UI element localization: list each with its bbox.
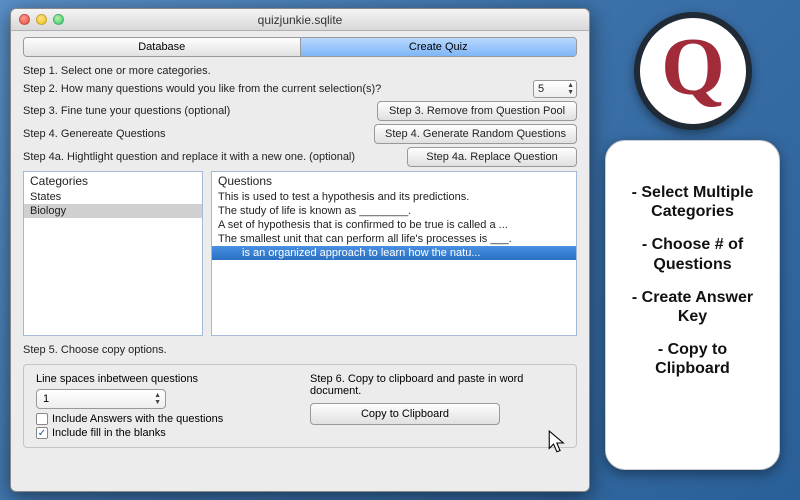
list-item[interactable]: The study of life is known as ________. [212,204,576,218]
close-icon[interactable] [19,14,30,25]
include-answers-checkbox[interactable] [36,413,48,425]
categories-header: Categories [24,172,202,190]
zoom-icon[interactable] [53,14,64,25]
stepper-arrows-icon: ▲▼ [567,82,574,96]
list-item[interactable]: A set of hypothesis that is confirmed to… [212,218,576,232]
questions-listbox[interactable]: Questions This is used to test a hypothe… [211,171,577,336]
window-title: quizjunkie.sqlite [11,13,589,27]
tab-bar: Database Create Quiz [23,37,577,57]
copy-options-panel: Line spaces inbetween questions 1 ▲▼ Inc… [23,364,577,448]
question-count-stepper[interactable]: 5 ▲▼ [533,80,577,98]
titlebar: quizjunkie.sqlite [11,9,589,31]
categories-listbox[interactable]: Categories States Biology [23,171,203,336]
traffic-lights [11,14,64,25]
tab-create-quiz[interactable]: Create Quiz [301,38,577,56]
line-spaces-dropdown[interactable]: 1 ▲▼ [36,389,166,409]
promo-item: - Copy to Clipboard [620,340,765,378]
step5-label: Step 5. Choose copy options. [23,344,577,356]
step6-label: Step 6. Copy to clipboard and paste in w… [310,373,564,397]
line-spaces-value: 1 [43,393,49,405]
step4-label: Step 4. Genereate Questions [23,128,368,140]
include-answers-label: Include Answers with the questions [52,413,223,425]
replace-question-button[interactable]: Step 4a. Replace Question [407,147,577,167]
include-blanks-label: Include fill in the blanks [52,427,166,439]
question-count-value: 5 [538,83,544,95]
line-spaces-label: Line spaces inbetween questions [36,373,290,385]
dropdown-arrows-icon: ▲▼ [154,392,161,406]
questions-header: Questions [212,172,576,190]
copy-to-clipboard-button[interactable]: Copy to Clipboard [310,403,500,425]
step1-label: Step 1. Select one or more categories. [23,65,577,77]
include-blanks-checkbox[interactable]: ✓ [36,427,48,439]
tab-database[interactable]: Database [24,38,301,56]
promo-item: - Create Answer Key [620,288,765,326]
step4a-label: Step 4a. Hightlight question and replace… [23,151,401,163]
step2-label: Step 2. How many questions would you lik… [23,83,527,95]
remove-from-pool-button[interactable]: Step 3. Remove from Question Pool [377,101,577,121]
promo-item: - Choose # of Questions [620,235,765,273]
app-logo: Q [634,12,752,130]
list-item[interactable]: This is used to test a hypothesis and it… [212,190,576,204]
step3-label: Step 3. Fine tune your questions (option… [23,105,371,117]
app-window: quizjunkie.sqlite Database Create Quiz S… [10,8,590,492]
lists-container: Categories States Biology Questions This… [23,171,577,336]
list-item[interactable]: The smallest unit that can perform all l… [212,232,576,246]
logo-q-icon: Q [661,20,725,114]
promo-item: - Select Multiple Categories [620,183,765,221]
generate-questions-button[interactable]: Step 4. Generate Random Questions [374,124,577,144]
list-item-selected[interactable]: is an organized approach to learn how th… [212,246,576,260]
minimize-icon[interactable] [36,14,47,25]
promo-panel: - Select Multiple Categories - Choose # … [605,140,780,470]
window-body: Database Create Quiz Step 1. Select one … [11,31,589,458]
list-item[interactable]: States [24,190,202,204]
list-item[interactable]: Biology [24,204,202,218]
